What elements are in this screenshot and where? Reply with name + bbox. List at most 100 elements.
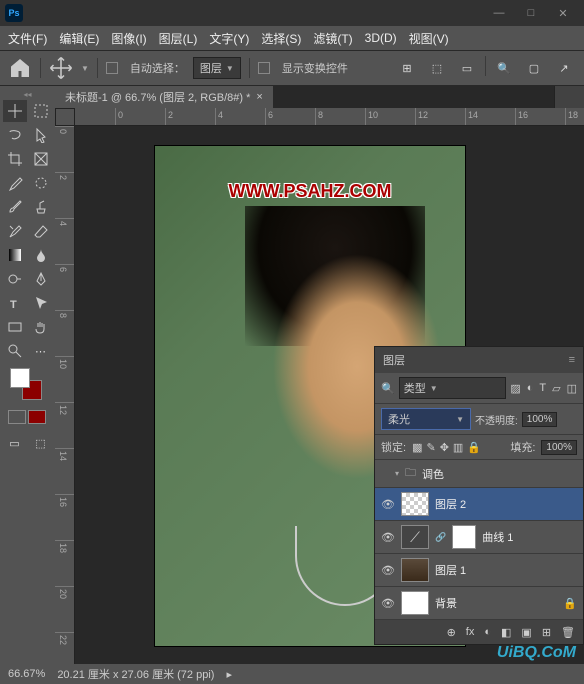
search-icon[interactable]: 🔍 (381, 382, 395, 395)
layer-name[interactable]: 曲线 1 (482, 529, 513, 545)
show-transform-checkbox[interactable] (258, 62, 270, 74)
close-window-button[interactable]: ✕ (547, 2, 579, 24)
menu-image[interactable]: 图像(I) (111, 30, 146, 47)
group-name[interactable]: 调色 (422, 466, 444, 482)
document-info[interactable]: 20.21 厘米 x 27.06 厘米 (72 ppi) (57, 666, 214, 682)
layers-panel-header[interactable]: 图层 ≡ (375, 347, 583, 373)
hand-tool[interactable] (29, 316, 53, 338)
menu-select[interactable]: 选择(S) (261, 30, 301, 47)
lock-all-icon[interactable]: 🔒 (467, 441, 481, 454)
menu-edit[interactable]: 编辑(E) (59, 30, 99, 47)
menu-layer[interactable]: 图层(L) (159, 30, 198, 47)
spot-heal-tool[interactable] (29, 172, 53, 194)
lock-artboard-icon[interactable]: ▥ (453, 441, 463, 454)
layer-item[interactable]: 👁 ⟋ 🔗 曲线 1 (375, 521, 583, 554)
link-layers-icon[interactable]: ⊕ (447, 626, 456, 639)
quick-mask-icon[interactable] (8, 410, 26, 424)
move-tool-icon[interactable] (49, 56, 73, 80)
home-icon[interactable] (8, 56, 32, 80)
eraser-tool[interactable] (29, 220, 53, 242)
menu-type[interactable]: 文字(Y) (209, 30, 249, 47)
rectangle-tool[interactable] (3, 316, 27, 338)
delete-icon[interactable]: 🗑 (561, 626, 575, 639)
path-select-tool[interactable] (29, 292, 53, 314)
frame-icon[interactable]: ▢ (522, 56, 546, 80)
fx-icon[interactable]: fx (466, 626, 475, 638)
maximize-button[interactable]: □ (515, 2, 547, 24)
move-tool[interactable] (3, 100, 27, 122)
menu-3d[interactable]: 3D(D) (365, 31, 397, 45)
new-layer-icon[interactable]: ⊞ (542, 626, 551, 639)
filter-pixel-icon[interactable]: ▨ (510, 382, 520, 395)
blend-mode-dropdown[interactable]: 柔光▼ (381, 408, 471, 430)
align-icon[interactable]: ⊞ (395, 56, 419, 80)
standard-mode-icon[interactable]: ▭ (3, 432, 27, 454)
share-icon[interactable]: ↗ (552, 56, 576, 80)
edit-toolbar-icon[interactable]: ⋯ (29, 340, 53, 362)
panel-handle-icon[interactable]: ◂◂ (2, 90, 53, 98)
visibility-icon[interactable]: 👁 (381, 596, 395, 610)
auto-select-checkbox[interactable] (106, 62, 118, 74)
3d-mode-icon[interactable]: ⬚ (425, 56, 449, 80)
vertical-ruler[interactable]: 0246810121416182022 (55, 126, 75, 668)
zoom-tool[interactable] (3, 340, 27, 362)
ruler-origin[interactable] (55, 108, 75, 126)
gradient-tool[interactable] (3, 244, 27, 266)
document-tab[interactable]: 未标题-1 @ 66.7% (图层 2, RGB/8#) * × (55, 86, 273, 108)
layer-thumbnail[interactable]: ⟋ (401, 525, 429, 549)
adjustment-icon[interactable]: ◧ (501, 626, 511, 639)
brush-tool[interactable] (3, 196, 27, 218)
blur-tool[interactable] (29, 244, 53, 266)
layer-item[interactable]: 👁 背景 🔒 (375, 587, 583, 620)
chevron-down-icon[interactable]: ▾ (395, 469, 399, 478)
lock-pixels-icon[interactable]: ✎ (426, 441, 435, 454)
fullscreen-mode-icon[interactable]: ⬚ (29, 432, 53, 454)
color-swatches[interactable] (10, 368, 42, 400)
link-icon[interactable]: 🔗 (435, 532, 446, 543)
chevron-right-icon[interactable]: ▸ (226, 668, 232, 681)
mask-mode-icon[interactable]: ▭ (455, 56, 479, 80)
opacity-input[interactable]: 100% (522, 412, 558, 427)
layer-thumbnail[interactable] (401, 558, 429, 582)
minimize-button[interactable]: — (483, 2, 515, 24)
filter-adjust-icon[interactable]: ◐ (527, 382, 534, 395)
layer-thumbnail[interactable] (401, 492, 429, 516)
layer-name[interactable]: 背景 (435, 595, 457, 611)
zoom-level[interactable]: 66.67% (8, 668, 45, 680)
close-tab-icon[interactable]: × (256, 91, 262, 103)
filter-shape-icon[interactable]: ▱ (552, 382, 560, 395)
filter-type-icon[interactable]: T (539, 382, 546, 395)
chevron-down-icon[interactable]: ▼ (81, 64, 89, 73)
visibility-icon[interactable]: 👁 (381, 497, 395, 511)
mask-icon[interactable]: ◐ (484, 626, 491, 638)
layer-thumbnail[interactable] (401, 591, 429, 615)
layer-group[interactable]: ▾ 🗀 调色 (375, 460, 583, 488)
lock-transparency-icon[interactable]: ▩ (412, 441, 422, 454)
type-tool[interactable]: T (3, 292, 27, 314)
fill-input[interactable]: 100% (541, 440, 577, 455)
horizontal-ruler[interactable]: 024681012141618 (75, 108, 584, 126)
layer-item[interactable]: 👁 图层 2 (375, 488, 583, 521)
pen-tool[interactable] (29, 268, 53, 290)
visibility-icon[interactable]: 👁 (381, 530, 395, 544)
layer-name[interactable]: 图层 2 (435, 496, 466, 512)
filter-type-dropdown[interactable]: 类型▼ (399, 377, 507, 399)
eyedropper-tool[interactable] (3, 172, 27, 194)
mask-thumbnail[interactable] (452, 525, 476, 549)
foreground-color-swatch[interactable] (10, 368, 30, 388)
menu-view[interactable]: 视图(V) (409, 30, 449, 47)
crop-tool[interactable] (3, 148, 27, 170)
group-icon[interactable]: ▣ (521, 626, 531, 639)
marquee-tool[interactable] (29, 100, 53, 122)
quick-select-tool[interactable] (29, 124, 53, 146)
layer-item[interactable]: 👁 图层 1 (375, 554, 583, 587)
auto-select-dropdown[interactable]: 图层▼ (193, 57, 241, 79)
panel-menu-icon[interactable]: ≡ (569, 354, 575, 366)
filter-smart-icon[interactable]: ◫ (567, 382, 577, 395)
clone-stamp-tool[interactable] (29, 196, 53, 218)
frame-tool[interactable] (29, 148, 53, 170)
menu-file[interactable]: 文件(F) (8, 30, 47, 47)
visibility-icon[interactable]: 👁 (381, 563, 395, 577)
screen-mode-icon[interactable] (28, 410, 46, 424)
lock-position-icon[interactable]: ✥ (440, 441, 449, 454)
